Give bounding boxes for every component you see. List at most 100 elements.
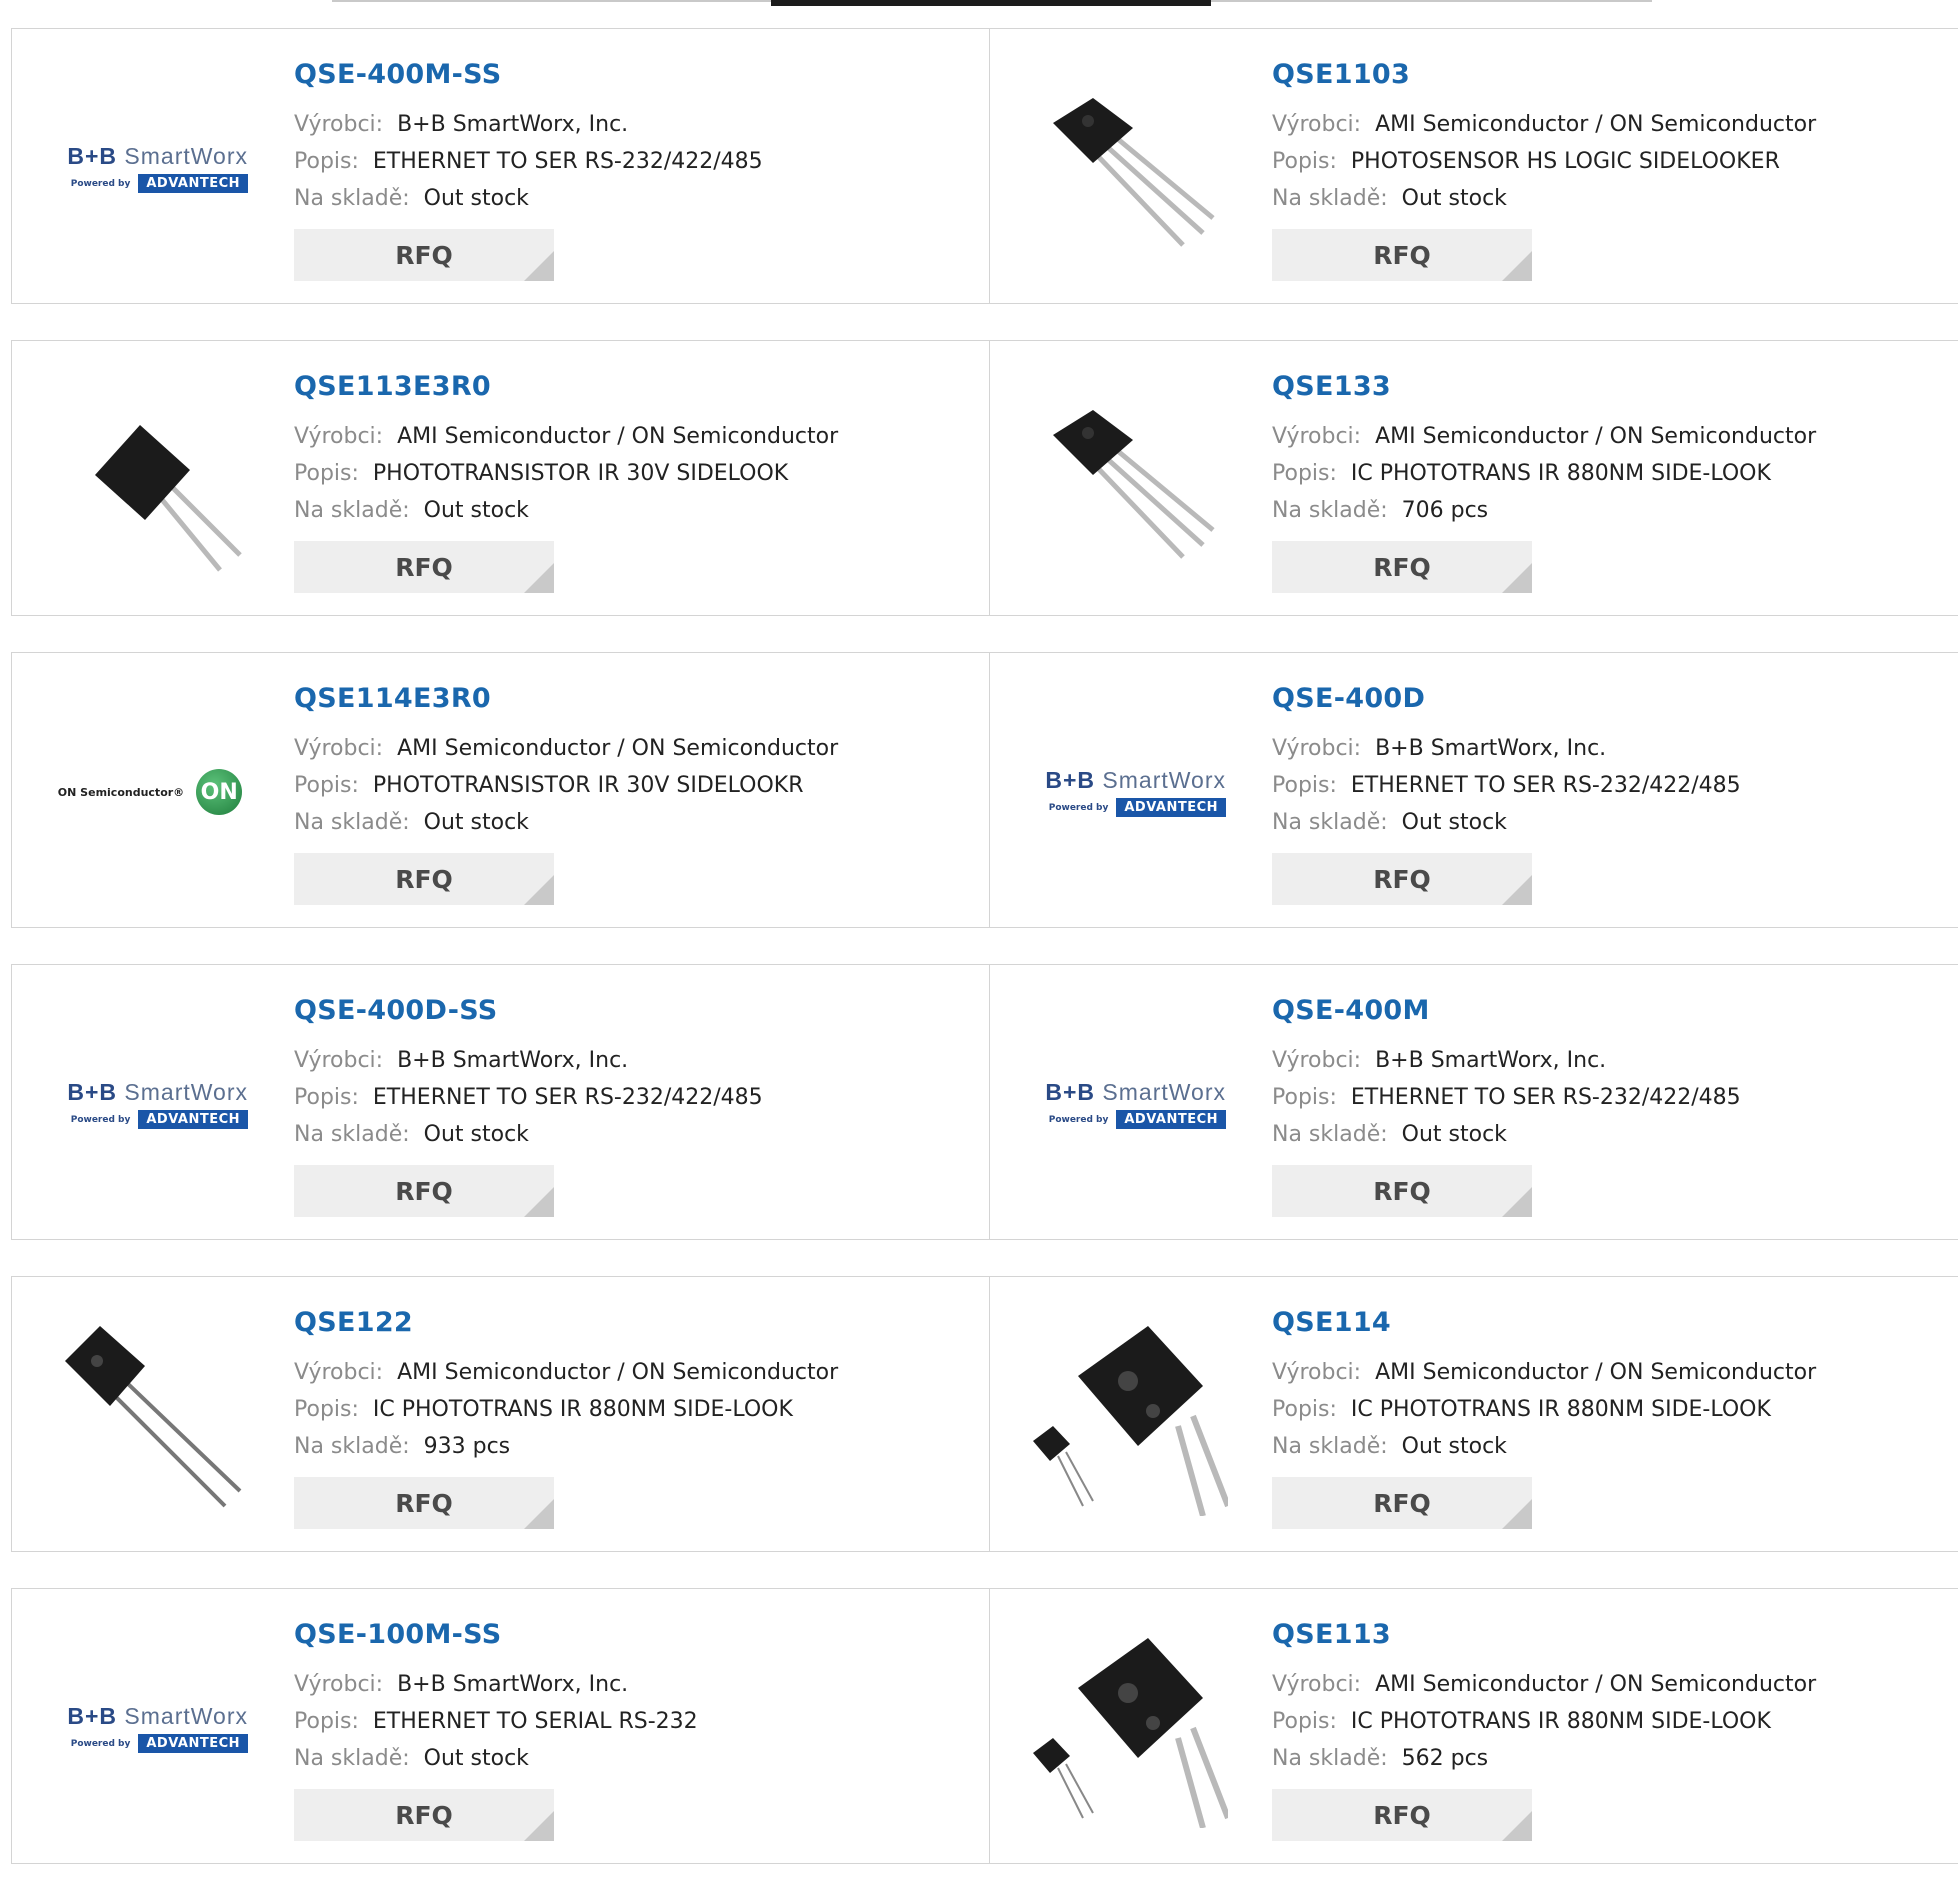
product-title-link[interactable]: QSE-400D <box>1272 683 1741 714</box>
product-info: QSE-400M Výrobci: B+B SmartWorx, Inc. Pop… <box>1272 995 1741 1217</box>
stock-label: Na skladě: <box>1272 810 1388 835</box>
product-image[interactable]: B+B SmartWorx Powered by ADVANTECH <box>1026 693 1230 891</box>
manufacturer-value: AMI Semiconductor / ON Semiconductor <box>397 1360 839 1385</box>
manufacturer-label: Výrobci: <box>1272 1048 1362 1073</box>
corner-triangle-icon <box>1502 1499 1532 1529</box>
phototransistor-pair-image <box>1033 1638 1228 1828</box>
product-image[interactable]: B+B SmartWorx Powered by ADVANTECH <box>48 69 252 267</box>
product-title-link[interactable]: QSE-400D-SS <box>294 995 763 1026</box>
phototransistor-2pin-image <box>95 425 242 572</box>
phototransistor-pair-image <box>1033 1326 1228 1516</box>
manufacturer-label: Výrobci: <box>294 736 384 761</box>
stock-label: Na skladě: <box>1272 498 1388 523</box>
manufacturer-label: Výrobci: <box>294 1672 384 1697</box>
rfq-button[interactable]: RFQ <box>294 541 554 593</box>
product-card: QSE113 Výrobci: AMI Semiconductor / ON Se… <box>990 1588 1958 1864</box>
stock-label: Na skladě: <box>1272 186 1388 211</box>
rfq-button[interactable]: RFQ <box>1272 853 1532 905</box>
stock-value: Out stock <box>1401 810 1507 835</box>
product-image[interactable] <box>1026 1629 1230 1828</box>
corner-triangle-icon <box>524 251 554 281</box>
rfq-label: RFQ <box>1373 1488 1431 1518</box>
product-info: QSE-400D-SS Výrobci: B+B SmartWorx, Inc. … <box>294 995 763 1217</box>
product-title-link[interactable]: QSE113E3R0 <box>294 371 838 402</box>
rfq-button[interactable]: RFQ <box>1272 1789 1532 1841</box>
corner-triangle-icon <box>1502 1811 1532 1841</box>
manufacturer-value: AMI Semiconductor / ON Semiconductor <box>1375 1672 1817 1697</box>
product-title-link[interactable]: QSE-100M-SS <box>294 1619 698 1650</box>
rfq-button[interactable]: RFQ <box>1272 229 1532 281</box>
product-image[interactable] <box>48 1317 252 1515</box>
description-line: Popis: PHOTOTRANSISTOR IR 30V SIDELOOKR <box>294 767 838 804</box>
product-image[interactable] <box>1026 381 1230 579</box>
product-image[interactable] <box>48 381 252 579</box>
product-card: B+B SmartWorx Powered by ADVANTECH QSE-40… <box>990 652 1958 928</box>
phototransistor-3pin-image <box>1053 98 1215 247</box>
product-title-link[interactable]: QSE133 <box>1272 371 1816 402</box>
description-label: Popis: <box>1272 461 1337 486</box>
manufacturer-line: Výrobci: AMI Semiconductor / ON Semicondu… <box>294 418 838 455</box>
product-image[interactable]: B+B SmartWorx Powered by ADVANTECH <box>48 1629 252 1827</box>
manufacturer-value: B+B SmartWorx, Inc. <box>1375 736 1607 761</box>
manufacturer-line: Výrobci: AMI Semiconductor / ON Semicondu… <box>294 1354 838 1391</box>
stock-value: Out stock <box>423 186 529 211</box>
product-title-link[interactable]: QSE114E3R0 <box>294 683 838 714</box>
stock-value: Out stock <box>1401 1122 1507 1147</box>
product-title-link[interactable]: QSE-400M <box>1272 995 1741 1026</box>
stock-label: Na skladě: <box>294 498 410 523</box>
product-title-link[interactable]: QSE114 <box>1272 1307 1816 1338</box>
product-info: QSE-400M-SS Výrobci: B+B SmartWorx, Inc. … <box>294 59 763 281</box>
bb-smartworx-logo: B+B SmartWorx Powered by ADVANTECH <box>67 1703 248 1753</box>
corner-triangle-icon <box>524 1811 554 1841</box>
manufacturer-value: AMI Semiconductor / ON Semiconductor <box>1375 424 1817 449</box>
product-title-link[interactable]: QSE113 <box>1272 1619 1816 1650</box>
manufacturer-value: AMI Semiconductor / ON Semiconductor <box>397 424 839 449</box>
rfq-button[interactable]: RFQ <box>294 229 554 281</box>
product-info: QSE114 Výrobci: AMI Semiconductor / ON Se… <box>1272 1307 1816 1529</box>
rfq-button[interactable]: RFQ <box>1272 1165 1532 1217</box>
description-value: PHOTOSENSOR HS LOGIC SIDELOOKER <box>1350 149 1780 174</box>
manufacturer-label: Výrobci: <box>294 1048 384 1073</box>
corner-triangle-icon <box>1502 563 1532 593</box>
description-label: Popis: <box>294 461 359 486</box>
product-title-link[interactable]: QSE-400M-SS <box>294 59 763 90</box>
rfq-button[interactable]: RFQ <box>294 1477 554 1529</box>
product-row: B+B SmartWorx Powered by ADVANTECH QSE-40… <box>11 964 1958 1240</box>
product-info: QSE113E3R0 Výrobci: AMI Semiconductor / O… <box>294 371 838 593</box>
manufacturer-line: Výrobci: B+B SmartWorx, Inc. <box>1272 1042 1741 1079</box>
stock-value: Out stock <box>423 1746 529 1771</box>
stock-line: Na skladě: Out stock <box>1272 1116 1741 1153</box>
product-image[interactable]: ON Semiconductor® ON <box>48 693 252 891</box>
product-image[interactable] <box>1026 1317 1230 1516</box>
description-value: IC PHOTOTRANS IR 880NM SIDE-LOOK <box>372 1397 793 1422</box>
product-card: B+B SmartWorx Powered by ADVANTECH QSE-40… <box>990 964 1958 1240</box>
stock-label: Na skladě: <box>1272 1746 1388 1771</box>
manufacturer-value: B+B SmartWorx, Inc. <box>397 1672 629 1697</box>
product-image[interactable]: B+B SmartWorx Powered by ADVANTECH <box>1026 1005 1230 1203</box>
product-image[interactable]: B+B SmartWorx Powered by ADVANTECH <box>48 1005 252 1203</box>
rfq-label: RFQ <box>1373 552 1431 582</box>
product-image[interactable] <box>1026 69 1230 267</box>
description-line: Popis: PHOTOSENSOR HS LOGIC SIDELOOKER <box>1272 143 1816 180</box>
manufacturer-line: Výrobci: B+B SmartWorx, Inc. <box>294 106 763 143</box>
rfq-label: RFQ <box>395 864 453 894</box>
rfq-button[interactable]: RFQ <box>294 853 554 905</box>
manufacturer-value: AMI Semiconductor / ON Semiconductor <box>397 736 839 761</box>
corner-triangle-icon <box>524 875 554 905</box>
product-title-link[interactable]: QSE122 <box>294 1307 838 1338</box>
manufacturer-label: Výrobci: <box>1272 1672 1362 1697</box>
stock-line: Na skladě: Out stock <box>1272 1428 1816 1465</box>
stock-label: Na skladě: <box>294 1746 410 1771</box>
description-label: Popis: <box>294 1709 359 1734</box>
description-value: ETHERNET TO SER RS-232/422/485 <box>1350 1085 1741 1110</box>
rfq-button[interactable]: RFQ <box>1272 1477 1532 1529</box>
manufacturer-label: Výrobci: <box>294 112 384 137</box>
rfq-button[interactable]: RFQ <box>294 1165 554 1217</box>
stock-line: Na skladě: Out stock <box>1272 804 1741 841</box>
rfq-button[interactable]: RFQ <box>1272 541 1532 593</box>
description-line: Popis: ETHERNET TO SER RS-232/422/485 <box>1272 1079 1741 1116</box>
stock-line: Na skladě: Out stock <box>294 1116 763 1153</box>
rfq-button[interactable]: RFQ <box>294 1789 554 1841</box>
product-title-link[interactable]: QSE1103 <box>1272 59 1816 90</box>
description-line: Popis: IC PHOTOTRANS IR 880NM SIDE-LOOK <box>1272 1391 1816 1428</box>
